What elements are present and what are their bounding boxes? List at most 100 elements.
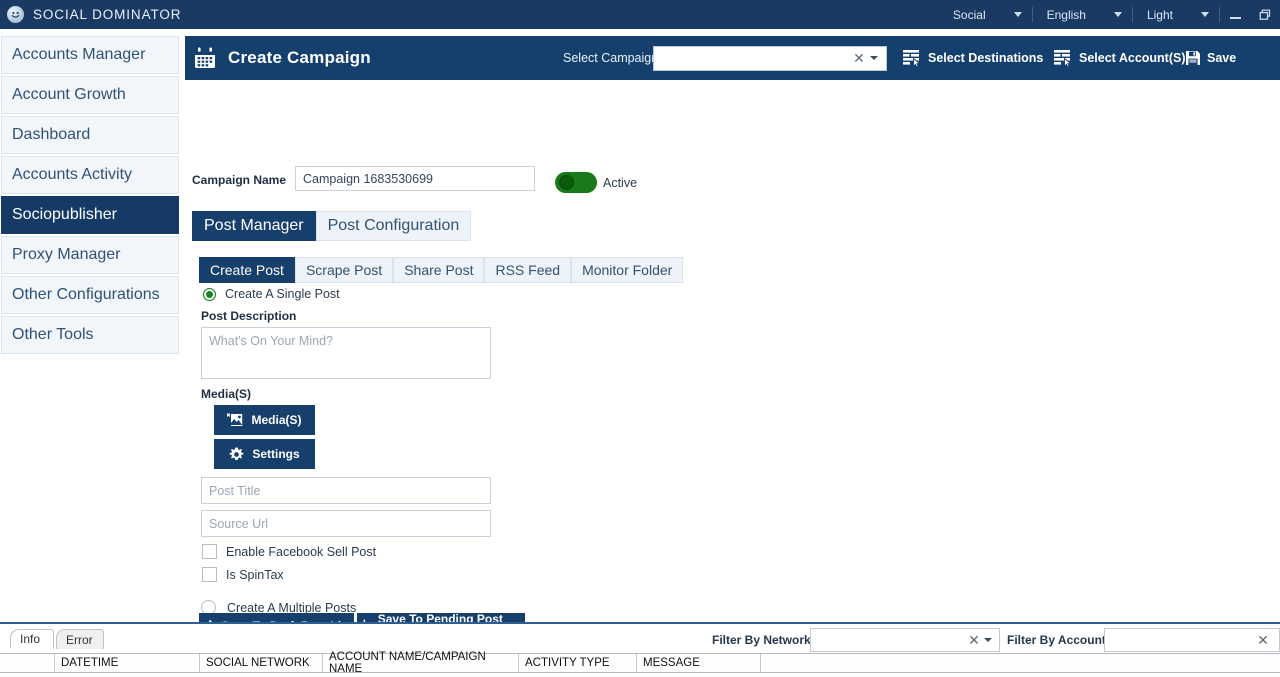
chevron-down-icon[interactable] — [870, 56, 878, 60]
save-label: Save — [1207, 51, 1237, 65]
clear-icon[interactable]: ✕ — [1253, 632, 1273, 649]
column-header-message[interactable]: MESSAGE — [637, 654, 761, 672]
sidebar-item-accounts-activity[interactable]: Accounts Activity — [1, 156, 179, 194]
tab-post-manager[interactable]: Post Manager — [192, 211, 316, 241]
select-accounts-button[interactable]: Select Account(S) — [1053, 49, 1186, 67]
column-header-account-campaign-name[interactable]: ACCOUNT NAME/CAMPAIGN NAME — [323, 651, 519, 675]
sidebar: Accounts Manager Account Growth Dashboar… — [0, 36, 180, 356]
column-header-social-network[interactable]: SOCIAL NETWORK — [200, 654, 323, 672]
sidebar-item-label: Sociopublisher — [12, 206, 117, 223]
sidebar-item-label: Accounts Activity — [12, 166, 133, 183]
campaign-name-value: Campaign 1683530699 — [303, 171, 433, 186]
sidebar-item-account-growth[interactable]: Account Growth — [1, 76, 179, 114]
radio-create-single-post[interactable]: Create A Single Post — [203, 287, 340, 301]
page-title: Create Campaign — [228, 48, 371, 67]
checkbox-enable-facebook-sell-post[interactable]: Enable Facebook Sell Post — [202, 544, 376, 559]
save-floppy-icon — [1186, 51, 1200, 65]
tab-label: RSS Feed — [495, 262, 561, 278]
title-bar: SOCIAL DOMINATOR Social English Light — [0, 0, 1280, 29]
select-campaign-combobox[interactable]: ✕ — [653, 45, 887, 71]
chevron-down-icon[interactable] — [1201, 12, 1209, 17]
chevron-down-icon[interactable] — [1113, 12, 1122, 17]
tab-scrape-post[interactable]: Scrape Post — [294, 257, 394, 283]
campaign-name-input[interactable]: Campaign 1683530699 — [295, 166, 535, 191]
settings-button[interactable]: Settings — [214, 439, 315, 469]
media-button[interactable]: Media(S) — [214, 405, 315, 435]
secondary-tabs: Create Post Scrape Post Share Post RSS F… — [199, 257, 684, 283]
sidebar-item-label: Dashboard — [12, 126, 91, 143]
post-description-textarea[interactable]: What's On Your Mind? — [201, 327, 491, 379]
log-table-header: DATETIME SOCIAL NETWORK ACCOUNT NAME/CAM… — [0, 651, 1280, 675]
sidebar-item-label: Accounts Manager — [12, 46, 146, 63]
tab-create-post[interactable]: Create Post — [199, 257, 295, 283]
smiley-face-logo-icon — [7, 6, 24, 23]
language-selector[interactable]: English — [1033, 0, 1132, 29]
primary-tabs: Post Manager Post Configuration — [192, 211, 472, 241]
campaign-name-label: Campaign Name — [192, 173, 287, 187]
save-button[interactable]: Save — [1185, 50, 1236, 66]
restore-window-button[interactable] — [1250, 0, 1280, 29]
select-destinations-label: Select Destinations — [928, 51, 1044, 65]
select-accounts-label: Select Account(S) — [1079, 51, 1186, 65]
sidebar-item-label: Other Configurations — [12, 286, 160, 303]
radio-label: Create A Single Post — [225, 287, 340, 301]
select-campaign-label: Select Campaign — [563, 51, 659, 65]
column-header-activity-type[interactable]: ACTIVITY TYPE — [519, 654, 637, 672]
theme-selector-label: Light — [1146, 7, 1173, 22]
tab-label: Post Manager — [204, 217, 304, 234]
toggle-knob — [559, 175, 574, 190]
gear-icon — [229, 447, 244, 460]
titlebar-right-controls: Social English Light — [939, 0, 1280, 29]
sidebar-item-other-tools[interactable]: Other Tools — [1, 316, 179, 354]
tab-label: Share Post — [404, 262, 474, 278]
filter-by-network-label: Filter By Network — [712, 633, 811, 647]
tab-label: Create Post — [210, 262, 284, 278]
command-bar: Create Campaign Select Campaign ✕ Select… — [185, 36, 1280, 80]
social-network-selector-label: Social — [952, 7, 986, 22]
column-header-select[interactable] — [0, 654, 55, 672]
column-header-filler — [761, 654, 1280, 672]
settings-button-label: Settings — [252, 447, 300, 461]
sidebar-item-proxy-manager[interactable]: Proxy Manager — [1, 236, 179, 274]
clear-icon[interactable]: ✕ — [964, 632, 984, 649]
minimize-button[interactable] — [1220, 0, 1250, 29]
sidebar-item-label: Account Growth — [12, 86, 126, 103]
filter-by-network-combobox[interactable]: ✕ — [810, 628, 1000, 652]
source-url-placeholder: Source Url — [209, 516, 269, 531]
checkbox-label: Enable Facebook Sell Post — [226, 544, 377, 559]
active-toggle[interactable] — [555, 172, 597, 193]
sidebar-item-other-configurations[interactable]: Other Configurations — [1, 276, 179, 314]
media-image-icon — [227, 413, 243, 426]
sidebar-item-label: Other Tools — [12, 326, 94, 343]
post-title-input[interactable]: Post Title — [201, 477, 491, 504]
tab-post-configuration[interactable]: Post Configuration — [315, 211, 472, 241]
restore-icon — [1259, 9, 1271, 20]
chevron-down-icon[interactable] — [1013, 12, 1022, 17]
main-panel: Create Campaign Select Campaign ✕ Select… — [185, 36, 1280, 646]
sidebar-item-sociopublisher[interactable]: Sociopublisher — [1, 196, 179, 234]
sidebar-item-dashboard[interactable]: Dashboard — [1, 116, 179, 154]
checkbox-is-spintax[interactable]: Is SpinTax — [202, 567, 284, 582]
log-tab-error[interactable]: Error — [56, 629, 104, 649]
tab-rss-feed[interactable]: RSS Feed — [484, 257, 572, 283]
sidebar-item-accounts-manager[interactable]: Accounts Manager — [1, 36, 179, 74]
clear-icon[interactable]: ✕ — [848, 51, 870, 65]
select-destinations-button[interactable]: Select Destinations — [902, 49, 1043, 67]
tab-share-post[interactable]: Share Post — [393, 257, 485, 283]
checkbox-indicator[interactable] — [202, 544, 217, 559]
tab-monitor-folder[interactable]: Monitor Folder — [571, 257, 684, 283]
content-area: Campaign Name Campaign 1683530699 Active… — [185, 80, 1280, 646]
post-description-placeholder: What's On Your Mind? — [209, 334, 333, 348]
checkbox-indicator[interactable] — [202, 567, 217, 582]
social-network-selector[interactable]: Social — [939, 0, 1032, 29]
chevron-down-icon[interactable] — [984, 638, 992, 642]
tab-label: Post Configuration — [327, 217, 460, 234]
radio-indicator[interactable] — [203, 287, 216, 301]
select-accounts-icon — [1054, 50, 1072, 67]
source-url-input[interactable]: Source Url — [201, 510, 491, 537]
column-header-datetime[interactable]: DATETIME — [55, 654, 200, 672]
select-destinations-icon — [903, 50, 921, 67]
theme-selector[interactable]: Light — [1133, 0, 1219, 29]
filter-by-account-combobox[interactable]: ✕ — [1104, 628, 1280, 652]
log-tab-info[interactable]: Info — [10, 629, 54, 649]
